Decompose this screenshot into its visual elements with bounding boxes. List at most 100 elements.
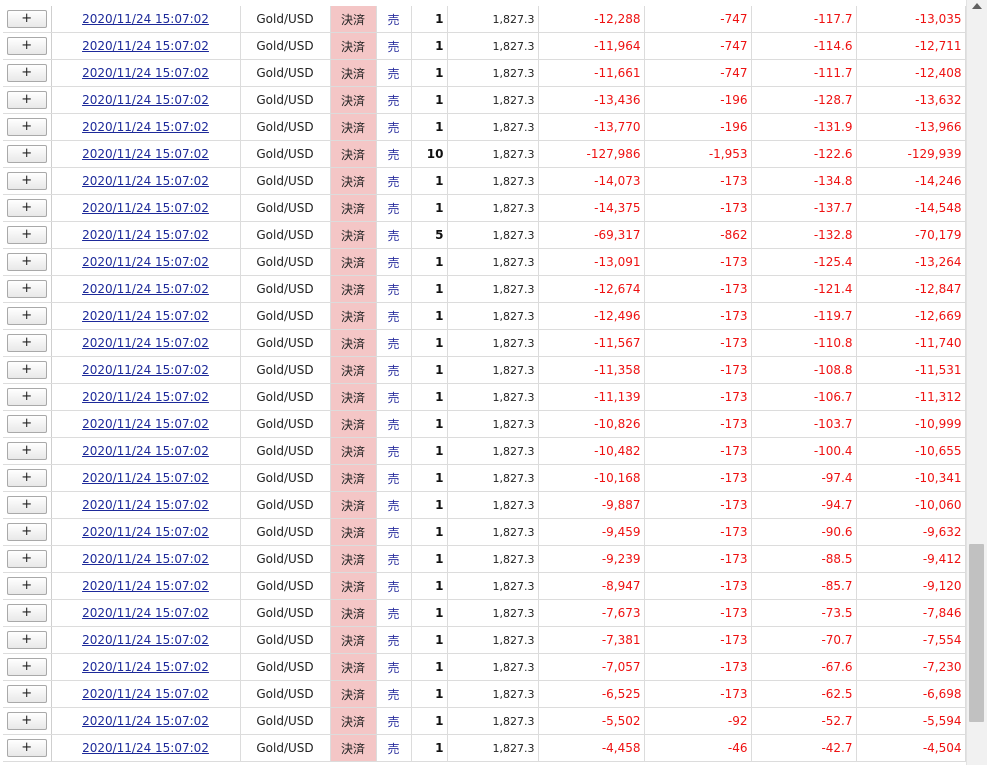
expand-cell: + bbox=[3, 734, 52, 762]
trade-datetime-link[interactable]: 2020/11/24 15:07:02 bbox=[82, 363, 209, 377]
trade-datetime-link[interactable]: 2020/11/24 15:07:02 bbox=[82, 336, 209, 350]
expand-row-button[interactable]: + bbox=[6, 118, 47, 136]
trade-datetime-link[interactable]: 2020/11/24 15:07:02 bbox=[82, 741, 209, 755]
expand-row-button[interactable]: + bbox=[6, 334, 47, 352]
price-cell: 1,827.3 bbox=[447, 59, 539, 87]
trade-datetime-link[interactable]: 2020/11/24 15:07:02 bbox=[82, 255, 209, 269]
price-cell: 1,827.3 bbox=[447, 329, 539, 357]
expand-row-button[interactable]: + bbox=[6, 442, 47, 460]
expand-cell: + bbox=[3, 437, 52, 465]
expand-row-button[interactable]: + bbox=[6, 199, 47, 217]
expand-row-button[interactable]: + bbox=[6, 469, 47, 487]
total-cell: -10,655 bbox=[856, 437, 966, 465]
price-cell: 1,827.3 bbox=[447, 518, 539, 546]
expand-row-button[interactable]: + bbox=[6, 10, 47, 28]
datetime-cell: 2020/11/24 15:07:02 bbox=[51, 572, 241, 600]
trade-side-cell: 売 bbox=[376, 626, 412, 654]
trade-datetime-link[interactable]: 2020/11/24 15:07:02 bbox=[82, 93, 209, 107]
trade-datetime-link[interactable]: 2020/11/24 15:07:02 bbox=[82, 228, 209, 242]
expand-row-button[interactable]: + bbox=[6, 388, 47, 406]
trade-side-cell: 売 bbox=[376, 356, 412, 384]
total-cell: -11,740 bbox=[856, 329, 966, 357]
expand-row-button[interactable]: + bbox=[6, 523, 47, 541]
expand-row-button[interactable]: + bbox=[6, 307, 47, 325]
datetime-cell: 2020/11/24 15:07:02 bbox=[51, 545, 241, 573]
trade-type-cell: 決済 bbox=[330, 329, 377, 357]
expand-row-button[interactable]: + bbox=[6, 253, 47, 271]
expand-row-button[interactable]: + bbox=[6, 739, 47, 757]
symbol-cell: Gold/USD bbox=[240, 221, 331, 249]
trade-datetime-link[interactable]: 2020/11/24 15:07:02 bbox=[82, 687, 209, 701]
pips-cell: -110.8 bbox=[751, 329, 857, 357]
trade-datetime-link[interactable]: 2020/11/24 15:07:02 bbox=[82, 660, 209, 674]
expand-row-button[interactable]: + bbox=[6, 37, 47, 55]
price-cell: 1,827.3 bbox=[447, 653, 539, 681]
vertical-scrollbar[interactable] bbox=[966, 0, 987, 765]
trade-datetime-link[interactable]: 2020/11/24 15:07:02 bbox=[82, 579, 209, 593]
expand-cell: + bbox=[3, 707, 52, 735]
trade-datetime-link[interactable]: 2020/11/24 15:07:02 bbox=[82, 390, 209, 404]
expand-row-button[interactable]: + bbox=[6, 631, 47, 649]
expand-row-button[interactable]: + bbox=[6, 361, 47, 379]
price-cell: 1,827.3 bbox=[447, 572, 539, 600]
pips-cell: -121.4 bbox=[751, 275, 857, 303]
quantity-cell: 1 bbox=[411, 545, 448, 573]
trade-datetime-link[interactable]: 2020/11/24 15:07:02 bbox=[82, 120, 209, 134]
swap-cell: -173 bbox=[644, 653, 752, 681]
total-cell: -10,999 bbox=[856, 410, 966, 438]
trade-datetime-link[interactable]: 2020/11/24 15:07:02 bbox=[82, 417, 209, 431]
symbol-cell: Gold/USD bbox=[240, 329, 331, 357]
trade-history-rows: + 2020/11/24 15:07:02 Gold/USD 決済 売 1 1,… bbox=[3, 6, 966, 762]
trade-datetime-link[interactable]: 2020/11/24 15:07:02 bbox=[82, 201, 209, 215]
trade-datetime-link[interactable]: 2020/11/24 15:07:02 bbox=[82, 12, 209, 26]
trade-datetime-link[interactable]: 2020/11/24 15:07:02 bbox=[82, 552, 209, 566]
table-row: + 2020/11/24 15:07:02 Gold/USD 決済 売 1 1,… bbox=[3, 545, 966, 573]
pips-cell: -97.4 bbox=[751, 464, 857, 492]
expand-row-button[interactable]: + bbox=[6, 280, 47, 298]
trade-datetime-link[interactable]: 2020/11/24 15:07:02 bbox=[82, 633, 209, 647]
trade-datetime-link[interactable]: 2020/11/24 15:07:02 bbox=[82, 471, 209, 485]
expand-row-button[interactable]: + bbox=[6, 415, 47, 433]
trade-type-cell: 決済 bbox=[330, 59, 377, 87]
total-cell: -13,264 bbox=[856, 248, 966, 276]
expand-row-button[interactable]: + bbox=[6, 685, 47, 703]
symbol-cell: Gold/USD bbox=[240, 437, 331, 465]
expand-row-button[interactable]: + bbox=[6, 550, 47, 568]
trade-datetime-link[interactable]: 2020/11/24 15:07:02 bbox=[82, 444, 209, 458]
table-row: + 2020/11/24 15:07:02 Gold/USD 決済 売 1 1,… bbox=[3, 707, 966, 735]
quantity-cell: 1 bbox=[411, 464, 448, 492]
profit-loss-cell: -6,525 bbox=[538, 680, 645, 708]
trade-datetime-link[interactable]: 2020/11/24 15:07:02 bbox=[82, 498, 209, 512]
trade-datetime-link[interactable]: 2020/11/24 15:07:02 bbox=[82, 606, 209, 620]
symbol-cell: Gold/USD bbox=[240, 167, 331, 195]
scrollbar-thumb[interactable] bbox=[969, 544, 984, 722]
trade-type-cell: 決済 bbox=[330, 86, 377, 114]
expand-row-button[interactable]: + bbox=[6, 658, 47, 676]
scroll-up-arrow-icon[interactable] bbox=[972, 3, 982, 9]
datetime-cell: 2020/11/24 15:07:02 bbox=[51, 653, 241, 681]
trade-datetime-link[interactable]: 2020/11/24 15:07:02 bbox=[82, 282, 209, 296]
trade-datetime-link[interactable]: 2020/11/24 15:07:02 bbox=[82, 39, 209, 53]
expand-row-button[interactable]: + bbox=[6, 64, 47, 82]
quantity-cell: 1 bbox=[411, 113, 448, 141]
quantity-cell: 1 bbox=[411, 491, 448, 519]
expand-row-button[interactable]: + bbox=[6, 577, 47, 595]
expand-row-button[interactable]: + bbox=[6, 226, 47, 244]
profit-loss-cell: -13,436 bbox=[538, 86, 645, 114]
expand-row-button[interactable]: + bbox=[6, 496, 47, 514]
expand-row-button[interactable]: + bbox=[6, 604, 47, 622]
trade-datetime-link[interactable]: 2020/11/24 15:07:02 bbox=[82, 174, 209, 188]
expand-row-button[interactable]: + bbox=[6, 145, 47, 163]
price-cell: 1,827.3 bbox=[447, 194, 539, 222]
trade-type-cell: 決済 bbox=[330, 194, 377, 222]
expand-row-button[interactable]: + bbox=[6, 91, 47, 109]
quantity-cell: 1 bbox=[411, 194, 448, 222]
trade-datetime-link[interactable]: 2020/11/24 15:07:02 bbox=[82, 525, 209, 539]
expand-row-button[interactable]: + bbox=[6, 712, 47, 730]
expand-row-button[interactable]: + bbox=[6, 172, 47, 190]
trade-datetime-link[interactable]: 2020/11/24 15:07:02 bbox=[82, 309, 209, 323]
trade-datetime-link[interactable]: 2020/11/24 15:07:02 bbox=[82, 714, 209, 728]
trade-datetime-link[interactable]: 2020/11/24 15:07:02 bbox=[82, 147, 209, 161]
swap-cell: -862 bbox=[644, 221, 752, 249]
trade-datetime-link[interactable]: 2020/11/24 15:07:02 bbox=[82, 66, 209, 80]
